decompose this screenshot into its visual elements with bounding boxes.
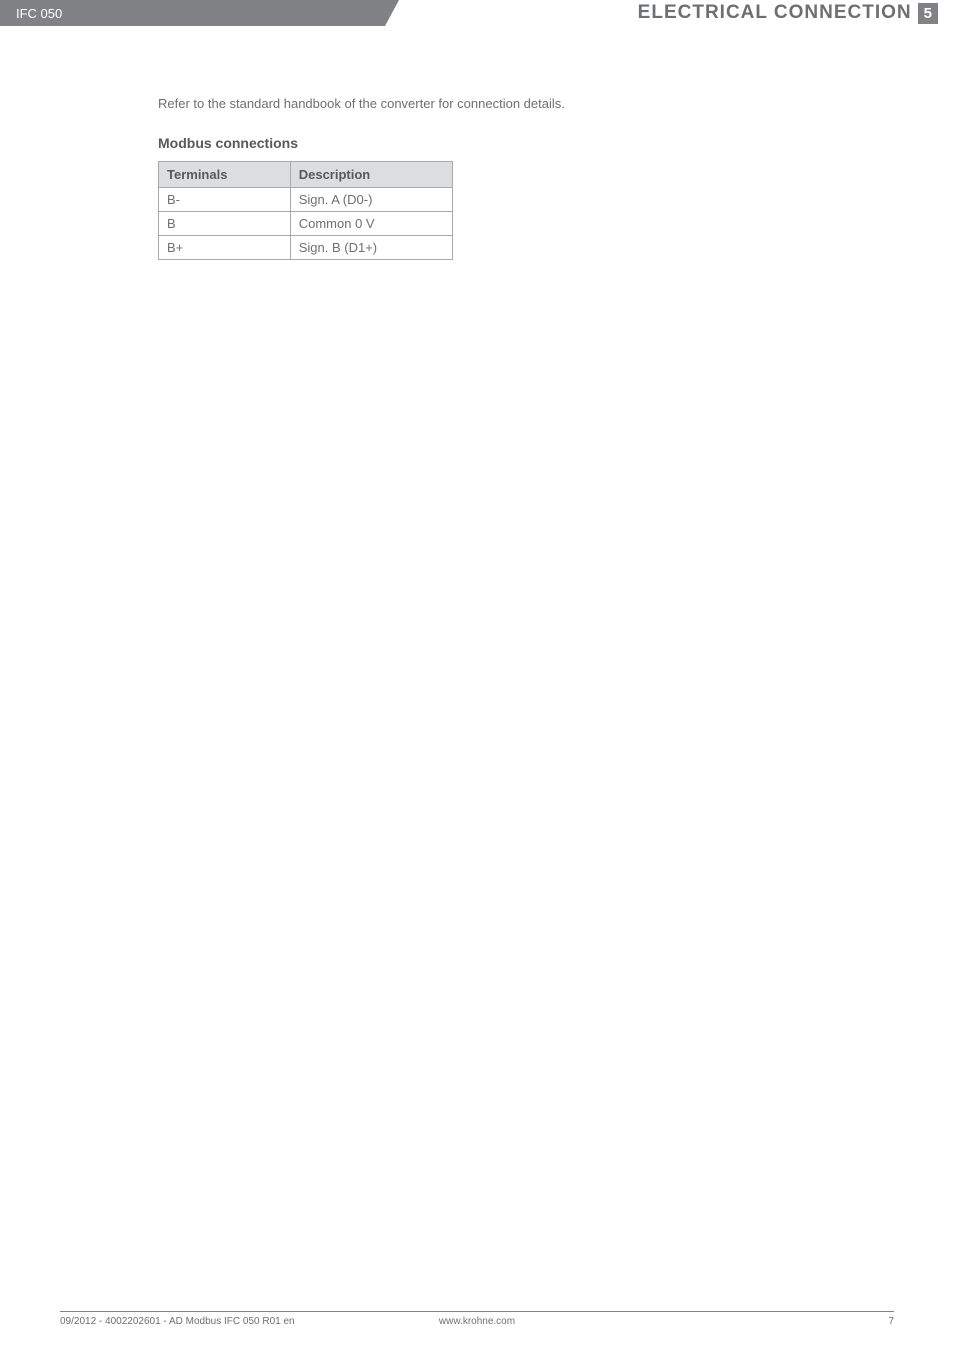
- header-right: ELECTRICAL CONNECTION 5: [399, 0, 954, 26]
- footer-url: www.krohne.com: [338, 1316, 616, 1327]
- table-cell: B-: [159, 188, 291, 212]
- page-content: Refer to the standard handbook of the co…: [0, 26, 954, 260]
- table-row: B- Sign. A (D0-): [159, 188, 453, 212]
- page-number: 7: [616, 1316, 894, 1327]
- header-left-label: IFC 050: [0, 0, 385, 26]
- header-diagonal-separator: [385, 0, 399, 26]
- modbus-connections-table: Terminals Description B- Sign. A (D0-) B…: [158, 161, 453, 260]
- header-bar: IFC 050 ELECTRICAL CONNECTION 5: [0, 0, 954, 26]
- intro-paragraph: Refer to the standard handbook of the co…: [158, 96, 894, 111]
- footer-divider: [60, 1311, 894, 1312]
- table-row: B Common 0 V: [159, 212, 453, 236]
- table-header-terminals: Terminals: [159, 162, 291, 188]
- page-footer: 09/2012 - 4002202601 - AD Modbus IFC 050…: [0, 1311, 954, 1327]
- table-header-description: Description: [290, 162, 452, 188]
- section-number-badge: 5: [918, 3, 938, 24]
- table-row: B+ Sign. B (D1+): [159, 236, 453, 260]
- table-cell: Sign. A (D0-): [290, 188, 452, 212]
- table-cell: Common 0 V: [290, 212, 452, 236]
- table-heading: Modbus connections: [158, 135, 894, 151]
- table-cell: B+: [159, 236, 291, 260]
- table-cell: Sign. B (D1+): [290, 236, 452, 260]
- footer-doc-id: 09/2012 - 4002202601 - AD Modbus IFC 050…: [60, 1316, 338, 1327]
- footer-row: 09/2012 - 4002202601 - AD Modbus IFC 050…: [60, 1316, 894, 1327]
- section-title: ELECTRICAL CONNECTION: [638, 2, 912, 24]
- table-cell: B: [159, 212, 291, 236]
- table-header-row: Terminals Description: [159, 162, 453, 188]
